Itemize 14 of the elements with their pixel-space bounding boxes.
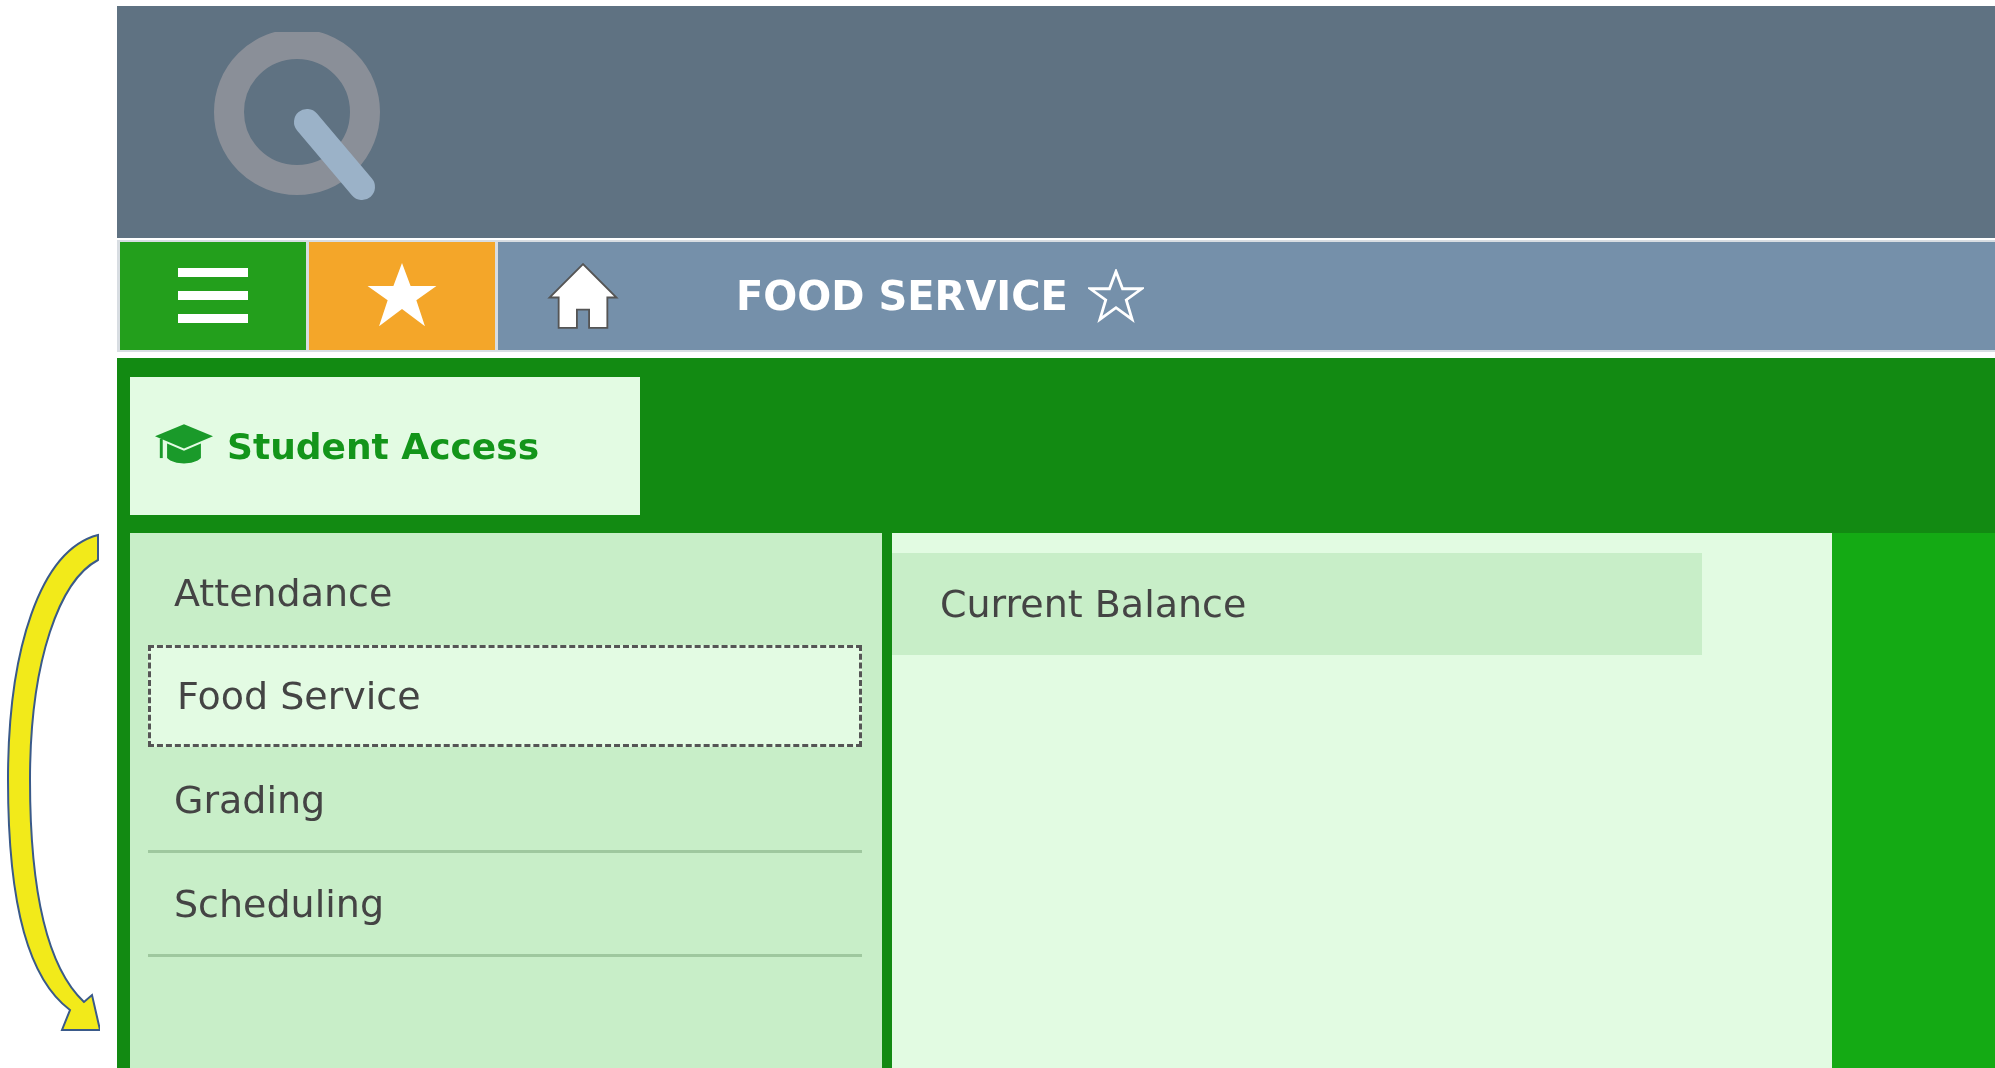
sidebar-item[interactable]: Attendance (148, 541, 862, 645)
sidebar-item[interactable]: Grading (148, 749, 862, 853)
star-icon (367, 263, 437, 329)
menu-icon (178, 268, 248, 324)
favorite-star-button[interactable] (1087, 269, 1144, 323)
page-title: FOOD SERVICE (736, 273, 1068, 319)
home-button[interactable] (546, 261, 620, 331)
student-access-tab[interactable]: Student Access (130, 377, 640, 515)
sidebar-item[interactable]: Scheduling (148, 853, 862, 957)
home-icon (546, 261, 620, 331)
favorites-button[interactable] (309, 242, 495, 350)
content-item[interactable]: Current Balance (892, 553, 1702, 655)
menu-button[interactable] (120, 242, 306, 350)
sidebar-item[interactable]: Food Service (148, 645, 862, 747)
